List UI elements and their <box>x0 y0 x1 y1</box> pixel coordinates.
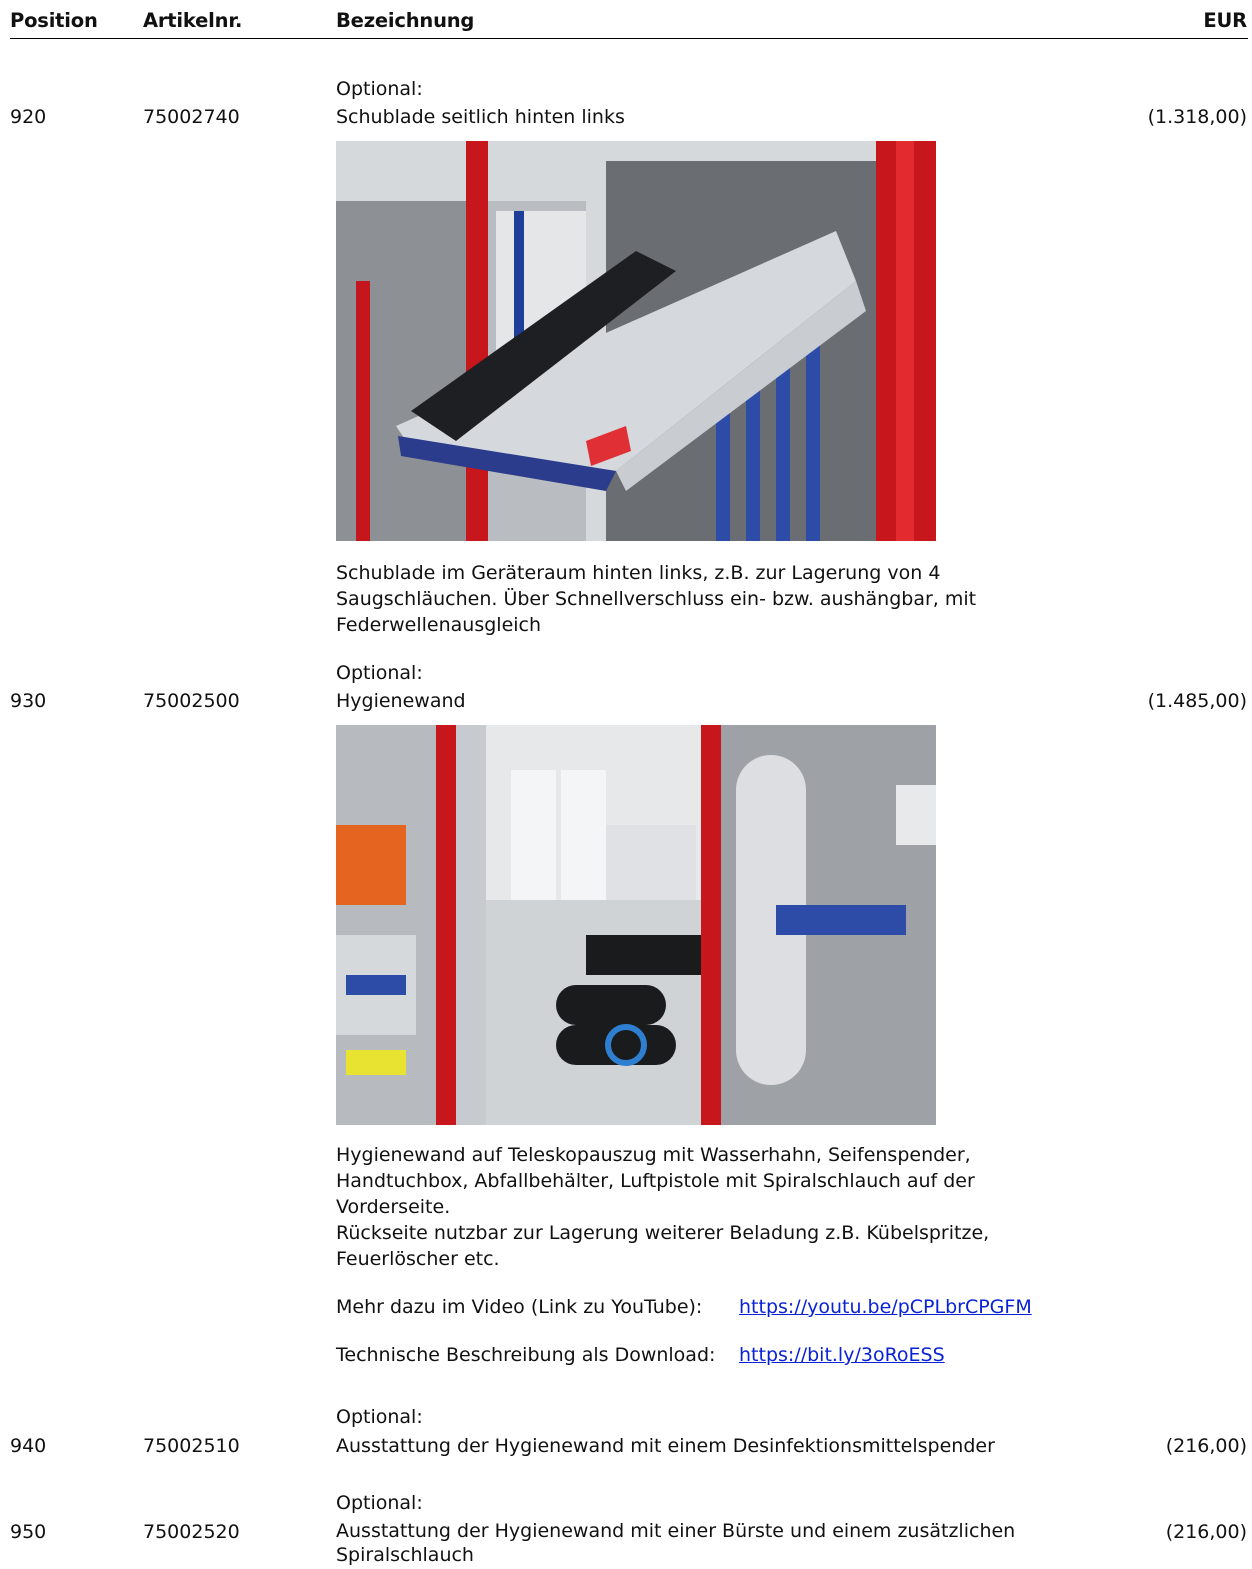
download-label: Technische Beschreibung als Download: <box>336 1344 716 1366</box>
item-title: Ausstattung der Hygienewand mit einem De… <box>336 1435 995 1457</box>
optional-label: Optional: <box>336 78 423 100</box>
item-title: Schublade seitlich hinten links <box>336 106 625 128</box>
col-header-position: Position <box>10 9 98 32</box>
video-label: Mehr dazu im Video (Link zu YouTube): <box>336 1296 703 1318</box>
item-position: 930 <box>10 690 47 712</box>
technical-description-download-link[interactable]: https://bit.ly/3oRoESS <box>739 1342 945 1368</box>
item-position: 940 <box>10 1435 47 1457</box>
optional-label: Optional: <box>336 1492 423 1514</box>
item-title: Ausstattung der Hygienewand mit einer Bü… <box>336 1520 1016 1566</box>
col-header-article: Artikelnr. <box>143 9 243 32</box>
optional-label: Optional: <box>336 662 423 684</box>
col-header-description: Bezeichnung <box>336 9 475 32</box>
header-divider <box>10 38 1248 39</box>
item-article-number: 75002520 <box>143 1521 240 1543</box>
item-price: (216,00) <box>1165 1435 1247 1457</box>
col-header-currency: EUR <box>1203 9 1247 32</box>
item-article-number: 75002740 <box>143 106 240 128</box>
item-article-number: 75002510 <box>143 1435 240 1457</box>
optional-label: Optional: <box>336 1406 423 1428</box>
item-price: (216,00) <box>1165 1521 1247 1543</box>
item-position: 950 <box>10 1521 47 1543</box>
item-article-number: 75002500 <box>143 690 240 712</box>
item-price: (1.485,00) <box>1147 690 1247 712</box>
youtube-video-link[interactable]: https://youtu.be/pCPLbrCPGFM <box>739 1294 1032 1320</box>
item-description: Schublade im Geräteraum hinten links, z.… <box>336 562 977 636</box>
item-title: Hygienewand <box>336 690 466 712</box>
item-price: (1.318,00) <box>1147 106 1247 128</box>
hygiene-wall-photo <box>336 725 936 1125</box>
drawer-photo <box>336 141 936 541</box>
item-position: 920 <box>10 106 47 128</box>
item-description: Hygienewand auf Teleskopauszug mit Wasse… <box>336 1144 990 1270</box>
